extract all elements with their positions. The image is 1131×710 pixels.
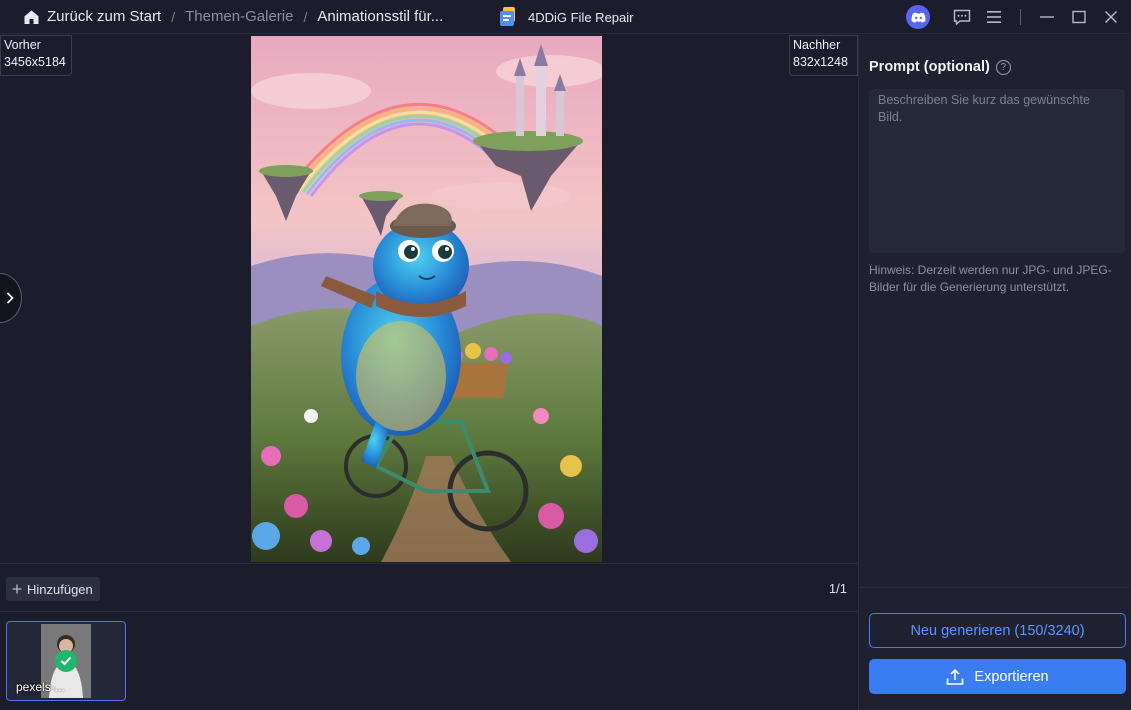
- upload-icon: [947, 668, 964, 685]
- preview-area: Vorher 3456x5184 Nachher 832x1248: [0, 35, 858, 563]
- before-label-title: Vorher: [4, 38, 41, 52]
- regenerate-label: Neu generieren (150/3240): [910, 622, 1085, 639]
- help-icon[interactable]: ?: [995, 59, 1011, 75]
- home-icon: [24, 10, 39, 24]
- back-home-label: Zurück zum Start: [47, 8, 162, 25]
- breadcrumb-separator: /: [171, 8, 176, 25]
- chat-icon: [953, 9, 971, 26]
- breadcrumb-gallery[interactable]: Themen-Galerie: [185, 8, 293, 25]
- back-home-link[interactable]: Zurück zum Start: [23, 8, 161, 25]
- breadcrumb-separator: /: [303, 8, 308, 25]
- thumbnail-filename: pexels-...: [16, 680, 65, 694]
- before-label: Vorher 3456x5184: [0, 35, 72, 76]
- add-image-button[interactable]: Hinzufügen: [6, 577, 100, 601]
- window-controls: [906, 0, 1121, 34]
- thumbnail-strip: pexels-...: [0, 613, 858, 710]
- breadcrumb: Zurück zum Start / Themen-Galerie / Anim…: [0, 0, 443, 34]
- app-title-label: 4DDiG File Repair: [528, 9, 634, 25]
- settings-panel: Prompt (optional) ? Hinweis: Derzeit wer…: [859, 35, 1131, 710]
- close-icon: [1105, 11, 1117, 23]
- compare-slider-handle[interactable]: [0, 273, 22, 323]
- controls-divider: [1020, 9, 1021, 25]
- prompt-input[interactable]: [869, 89, 1125, 253]
- minimize-button[interactable]: [1037, 7, 1057, 27]
- after-image-size: 832x1248: [793, 55, 848, 69]
- hamburger-menu-icon: [987, 11, 1001, 23]
- title-bar: Zurück zum Start / Themen-Galerie / Anim…: [0, 0, 1131, 34]
- discord-button[interactable]: [906, 5, 930, 29]
- before-image-size: 3456x5184: [4, 55, 66, 69]
- prompt-heading: Prompt (optional) ?: [869, 59, 1011, 75]
- export-label: Exportieren: [974, 668, 1049, 685]
- minimize-icon: [1040, 16, 1054, 18]
- panel-separator: [859, 587, 1131, 588]
- chevron-right-icon: [6, 292, 14, 304]
- page-counter: 1/1: [828, 581, 847, 596]
- close-button[interactable]: [1101, 7, 1121, 27]
- after-label-title: Nachher: [793, 38, 841, 52]
- app-title: 4DDiG File Repair: [500, 0, 633, 34]
- selected-check-icon: [55, 650, 77, 672]
- app-logo-icon: [500, 7, 515, 26]
- plus-icon: [12, 584, 22, 594]
- generated-image: [251, 36, 602, 562]
- format-hint: Hinweis: Derzeit werden nur JPG- und JPE…: [869, 263, 1112, 294]
- add-image-label: Hinzufügen: [27, 581, 93, 597]
- export-button[interactable]: Exportieren: [869, 659, 1126, 694]
- maximize-icon: [1072, 10, 1086, 24]
- maximize-button[interactable]: [1069, 7, 1089, 27]
- regenerate-button[interactable]: Neu generieren (150/3240): [869, 613, 1126, 648]
- preview-actions: Hinzufügen 1/1: [0, 563, 858, 612]
- after-label: Nachher 832x1248: [789, 35, 858, 76]
- breadcrumb-current: Animationsstil für...: [317, 8, 444, 25]
- prompt-heading-label: Prompt (optional): [869, 59, 990, 75]
- discord-icon: [911, 12, 925, 23]
- thumbnail-item[interactable]: pexels-...: [6, 621, 126, 701]
- menu-button[interactable]: [984, 7, 1004, 27]
- feedback-button[interactable]: [952, 7, 972, 27]
